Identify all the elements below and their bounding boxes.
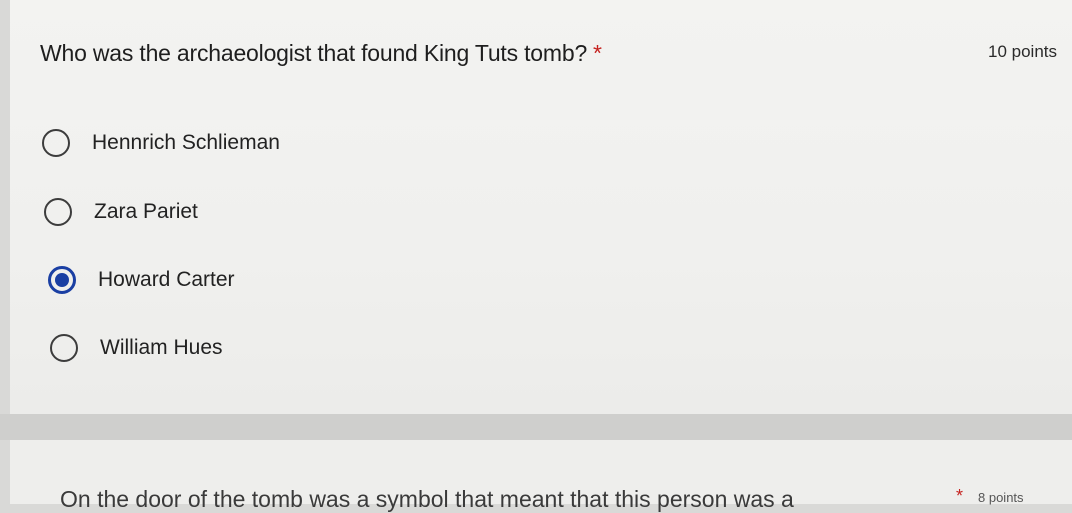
question-title-text: Who was the archaeologist that found Kin… — [40, 40, 588, 66]
card-divider — [0, 414, 1072, 440]
option-label: Howard Carter — [98, 268, 235, 291]
question-title: Who was the archaeologist that found Kin… — [40, 40, 602, 67]
option-zara-pariet[interactable]: Zara Pariet — [44, 192, 198, 232]
points-label-2: 8 points — [978, 490, 1024, 505]
option-label: Hennrich Schlieman — [92, 131, 280, 154]
radio-dot-icon — [55, 273, 69, 287]
option-label: William Hues — [100, 336, 223, 359]
option-hennrich-schlieman[interactable]: Hennrich Schlieman — [42, 123, 280, 163]
option-howard-carter[interactable]: Howard Carter — [48, 260, 235, 300]
question-card-2: On the door of the tomb was a symbol tha… — [10, 440, 1072, 512]
option-label: Zara Pariet — [94, 200, 198, 223]
question-2-title: On the door of the tomb was a symbol tha… — [60, 486, 794, 512]
radio-button[interactable] — [44, 198, 72, 226]
option-william-hues[interactable]: William Hues — [50, 328, 223, 368]
radio-button[interactable] — [42, 129, 70, 157]
radio-button-selected[interactable] — [48, 266, 76, 294]
required-asterisk: * — [593, 40, 602, 66]
question-card: Who was the archaeologist that found Kin… — [10, 0, 1072, 414]
radio-button[interactable] — [50, 334, 78, 362]
points-label: 10 points — [988, 42, 1057, 61]
